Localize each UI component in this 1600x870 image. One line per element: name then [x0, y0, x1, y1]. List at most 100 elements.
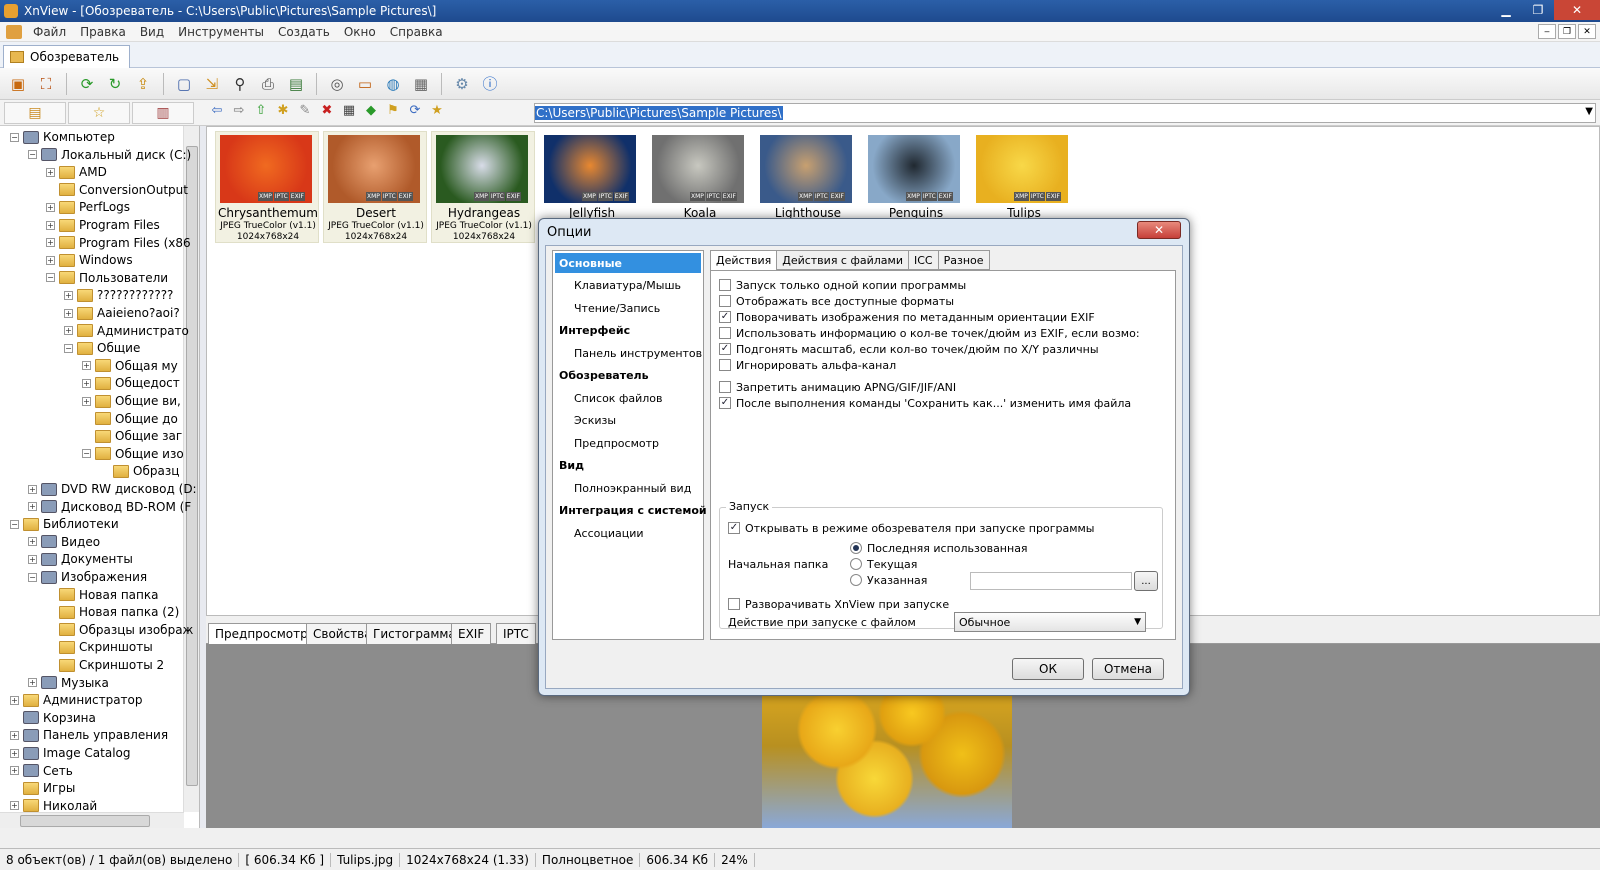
- expand-toggle-icon[interactable]: −: [28, 150, 37, 160]
- open-icon[interactable]: ⇪: [131, 72, 155, 96]
- slideshow-icon[interactable]: ▤: [284, 72, 308, 96]
- refresh-icon[interactable]: ⟳: [75, 72, 99, 96]
- reload-icon[interactable]: ↻: [103, 72, 127, 96]
- radio-dot[interactable]: [850, 542, 862, 554]
- tree-item[interactable]: + Program Files: [46, 216, 160, 234]
- tree-item[interactable]: + DVD RW дисковод (D:: [28, 480, 197, 498]
- category-item[interactable]: Интеграция с системой: [559, 501, 707, 521]
- radio-dot[interactable]: [850, 558, 862, 570]
- tree-item[interactable]: − Компьютер: [10, 128, 115, 146]
- tree-item[interactable]: + Николай: [10, 797, 97, 815]
- expand-toggle-icon[interactable]: +: [64, 326, 73, 336]
- checkbox-box[interactable]: ✓: [719, 343, 731, 355]
- option-checkbox[interactable]: ✓ Подгонять масштаб, если кол-во точек/дю…: [719, 341, 1099, 357]
- start-folder-radio[interactable]: Указанная: [850, 572, 927, 588]
- mdi-minimize-button[interactable]: ‒: [1538, 24, 1556, 39]
- menu-app-icon[interactable]: [6, 24, 22, 39]
- category-item[interactable]: Полноэкранный вид: [574, 478, 691, 498]
- screen-icon[interactable]: ▭: [353, 72, 377, 96]
- tree-item[interactable]: + Администрато: [64, 322, 189, 340]
- start-folder-radio[interactable]: Текущая: [850, 556, 917, 572]
- checkbox-box[interactable]: ✓: [719, 397, 731, 409]
- category-item[interactable]: Список файлов: [574, 388, 662, 408]
- tab-actions[interactable]: Действия: [710, 250, 778, 271]
- back-icon[interactable]: ⇦: [208, 103, 226, 118]
- sync-icon[interactable]: ⟳: [406, 103, 424, 118]
- category-item[interactable]: Обозреватель: [559, 366, 649, 386]
- calculator-icon[interactable]: ▦: [409, 72, 433, 96]
- expand-toggle-icon[interactable]: +: [28, 554, 37, 564]
- tab-file-actions[interactable]: Действия с файлами: [776, 250, 909, 270]
- tree-item[interactable]: + Видео: [28, 533, 100, 551]
- cancel-button[interactable]: Отмена: [1092, 658, 1164, 680]
- thumbnail-item[interactable]: XMP IPTC EXIF Chrysanthemum JPEG TrueColor (…: [215, 131, 319, 243]
- capture-icon[interactable]: ◎: [325, 72, 349, 96]
- checkbox-box[interactable]: [719, 295, 731, 307]
- tab-preview[interactable]: Предпросмотр: [208, 623, 315, 644]
- expand-toggle-icon[interactable]: −: [46, 273, 55, 283]
- option-checkbox[interactable]: Игнорировать альфа-канал: [719, 357, 896, 373]
- checkbox-box[interactable]: ✓: [728, 522, 740, 534]
- option-checkbox[interactable]: Отображать все доступные форматы: [719, 293, 954, 309]
- tree-item[interactable]: + PerfLogs: [46, 198, 130, 216]
- tree-item[interactable]: − Локальный диск (C:): [28, 146, 191, 164]
- sort-icon[interactable]: ◆: [362, 103, 380, 118]
- tree-item[interactable]: Игры: [10, 779, 75, 797]
- checkbox-box[interactable]: [719, 279, 731, 291]
- tree-item[interactable]: + Сеть: [10, 762, 73, 780]
- open-browser-checkbox[interactable]: ✓ Открывать в режиме обозревателя при зап…: [728, 520, 1094, 536]
- view-mode-icon[interactable]: ▦: [340, 103, 358, 118]
- tree-item[interactable]: Образц: [100, 462, 179, 480]
- info-icon[interactable]: ⓘ: [478, 72, 502, 96]
- tree-item[interactable]: − Общие изо: [82, 445, 184, 463]
- tree-item[interactable]: + Общедост: [82, 374, 180, 392]
- checkbox-box[interactable]: [719, 381, 731, 393]
- export-icon[interactable]: ⇲: [200, 72, 224, 96]
- menu-edit[interactable]: Правка: [73, 25, 133, 39]
- checkbox-box[interactable]: [728, 598, 740, 610]
- specified-folder-input[interactable]: [970, 572, 1132, 590]
- expand-toggle-icon[interactable]: +: [10, 801, 19, 811]
- properties-icon[interactable]: ▢: [172, 72, 196, 96]
- tab-histogram[interactable]: Гистограмма: [366, 623, 463, 644]
- expand-toggle-icon[interactable]: +: [28, 537, 37, 547]
- tree-item[interactable]: Скриншоты: [46, 638, 153, 656]
- menu-create[interactable]: Создать: [271, 25, 337, 39]
- tree-item[interactable]: Общие заг: [82, 427, 182, 445]
- expand-toggle-icon[interactable]: +: [46, 255, 55, 265]
- expand-toggle-icon[interactable]: +: [10, 730, 19, 740]
- category-item[interactable]: Предпросмотр: [574, 433, 659, 453]
- tree-item[interactable]: Новая папка (2): [46, 603, 179, 621]
- tree-item[interactable]: + Документы: [28, 550, 133, 568]
- new-folder-icon[interactable]: ✱: [274, 103, 292, 118]
- fullscreen-icon[interactable]: ⛶: [34, 72, 58, 96]
- checkbox-box[interactable]: [719, 327, 731, 339]
- expand-toggle-icon[interactable]: +: [82, 396, 91, 406]
- rename-icon[interactable]: ✎: [296, 103, 314, 118]
- expand-toggle-icon[interactable]: +: [28, 678, 37, 688]
- browse-button[interactable]: ...: [1134, 571, 1158, 591]
- thumbnail-item[interactable]: XMP IPTC EXIF Desert JPEG TrueColor (v1.1) 10…: [323, 131, 427, 243]
- favorites-tab-icon[interactable]: ☆: [68, 102, 130, 124]
- tree-item[interactable]: + Windows: [46, 251, 133, 269]
- filter-icon[interactable]: ⚑: [384, 103, 402, 118]
- menu-view[interactable]: Вид: [133, 25, 171, 39]
- menu-help[interactable]: Справка: [383, 25, 450, 39]
- expand-toggle-icon[interactable]: +: [10, 695, 19, 705]
- expand-toggle-icon[interactable]: −: [82, 449, 91, 459]
- start-folder-radio[interactable]: Последняя использованная: [850, 540, 1028, 556]
- menu-window[interactable]: Окно: [337, 25, 383, 39]
- expand-toggle-icon[interactable]: +: [46, 220, 55, 230]
- catalog-tab-icon[interactable]: ▥: [132, 102, 194, 124]
- tree-item[interactable]: + Image Catalog: [10, 744, 130, 762]
- tree-item[interactable]: Новая папка: [46, 586, 158, 604]
- web-icon[interactable]: ◍: [381, 72, 405, 96]
- expand-toggle-icon[interactable]: +: [82, 378, 91, 388]
- expand-toggle-icon[interactable]: +: [64, 308, 73, 318]
- tree-item[interactable]: + Общие ви,: [82, 392, 181, 410]
- tab-exif[interactable]: EXIF: [451, 623, 492, 644]
- tree-item[interactable]: − Пользователи: [46, 269, 168, 287]
- dialog-close-button[interactable]: ✕: [1137, 221, 1181, 239]
- checkbox-box[interactable]: ✓: [719, 311, 731, 323]
- chevron-down-icon[interactable]: ▼: [1585, 106, 1593, 117]
